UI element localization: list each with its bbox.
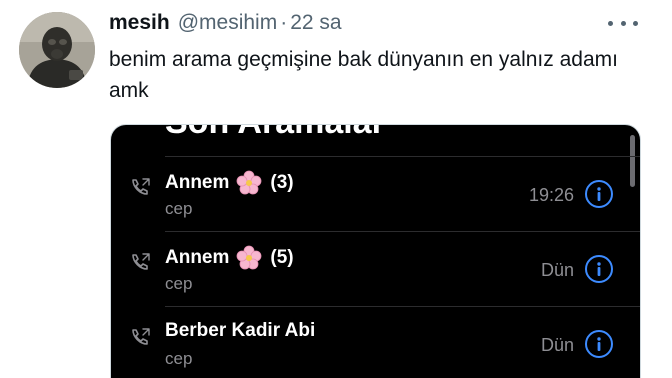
call-row[interactable]: Annem (5) cep Dün	[111, 232, 640, 306]
tweet-text: benim arama geçmişine bak dünyanın en ya…	[109, 48, 618, 102]
call-type: cep	[165, 199, 193, 218]
more-dot	[608, 20, 613, 26]
user-handle[interactable]: @mesihim	[178, 10, 278, 36]
tweet-media-image[interactable]: Son Aramalar Annem (3) cep 19:26	[110, 124, 641, 378]
call-count: (5)	[270, 247, 294, 268]
display-name[interactable]: mesih	[109, 10, 170, 36]
caller-name-line: Berber Kadir Abi	[165, 320, 315, 342]
call-history-title: Son Aramalar	[165, 125, 385, 142]
caller-name: Annem	[165, 172, 230, 193]
avatar-image	[19, 12, 95, 88]
call-row[interactable]: Annem (3) cep 19:26	[111, 157, 640, 231]
more-icon[interactable]	[608, 16, 638, 30]
info-icon[interactable]	[585, 255, 613, 283]
call-type: cep	[165, 349, 193, 368]
caller-name-line: Annem (3)	[165, 170, 294, 196]
tweet-header: mesih @mesihim · 22 sa	[109, 10, 342, 36]
separator-dot: ·	[280, 11, 288, 34]
tweet-time[interactable]: 22 sa	[290, 10, 341, 36]
call-time: 19:26	[528, 185, 574, 205]
info-icon[interactable]	[585, 330, 613, 358]
call-time: Dün	[540, 260, 574, 280]
phone-icon	[132, 328, 150, 345]
call-type: cep	[165, 274, 193, 293]
caller-name: Berber Kadir Abi	[165, 320, 316, 341]
cherry-blossom-icon	[237, 170, 262, 195]
call-count: (3)	[270, 172, 294, 193]
caller-name-line: Annem (5)	[165, 245, 294, 271]
info-icon[interactable]	[585, 180, 613, 208]
phone-icon	[132, 253, 150, 270]
more-dot	[633, 20, 638, 26]
more-dot	[620, 20, 626, 26]
avatar[interactable]	[19, 12, 95, 88]
call-time: Dün	[540, 335, 574, 355]
cherry-blossom-icon	[237, 245, 262, 270]
call-row[interactable]: Berber Kadir Abi cep Dün	[111, 307, 640, 378]
phone-icon	[132, 178, 150, 195]
caller-name: Annem	[165, 247, 230, 268]
